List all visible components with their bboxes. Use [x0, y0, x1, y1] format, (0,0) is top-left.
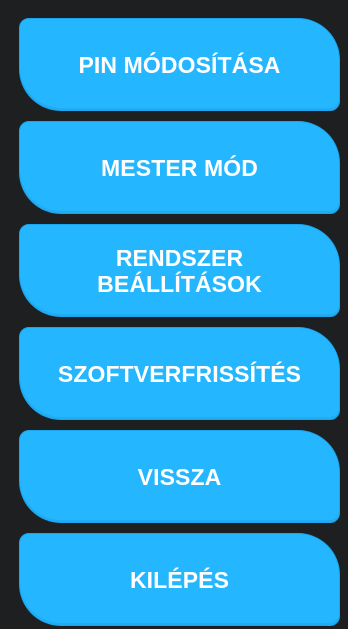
system-settings-label: RENDSZER BEÁLLÍTÁSOK [97, 244, 262, 297]
software-update-button[interactable]: SZOFTVERFRISSÍTÉS [19, 327, 340, 420]
master-mode-button[interactable]: MESTER MÓD [19, 121, 340, 214]
system-settings-button[interactable]: RENDSZER BEÁLLÍTÁSOK [19, 224, 340, 317]
exit-label: KILÉPÉS [129, 566, 230, 593]
back-button[interactable]: VISSZA [19, 430, 340, 523]
change-pin-button[interactable]: PIN MÓDOSÍTÁSA [19, 18, 340, 111]
settings-menu-screen: PIN MÓDOSÍTÁSA MESTER MÓD RENDSZER BEÁLL… [0, 0, 348, 629]
settings-menu: PIN MÓDOSÍTÁSA MESTER MÓD RENDSZER BEÁLL… [19, 18, 340, 626]
back-label: VISSZA [137, 463, 222, 490]
master-mode-label: MESTER MÓD [101, 154, 258, 181]
change-pin-label: PIN MÓDOSÍTÁSA [78, 51, 281, 78]
exit-button[interactable]: KILÉPÉS [19, 533, 340, 626]
software-update-label: SZOFTVERFRISSÍTÉS [57, 360, 302, 387]
